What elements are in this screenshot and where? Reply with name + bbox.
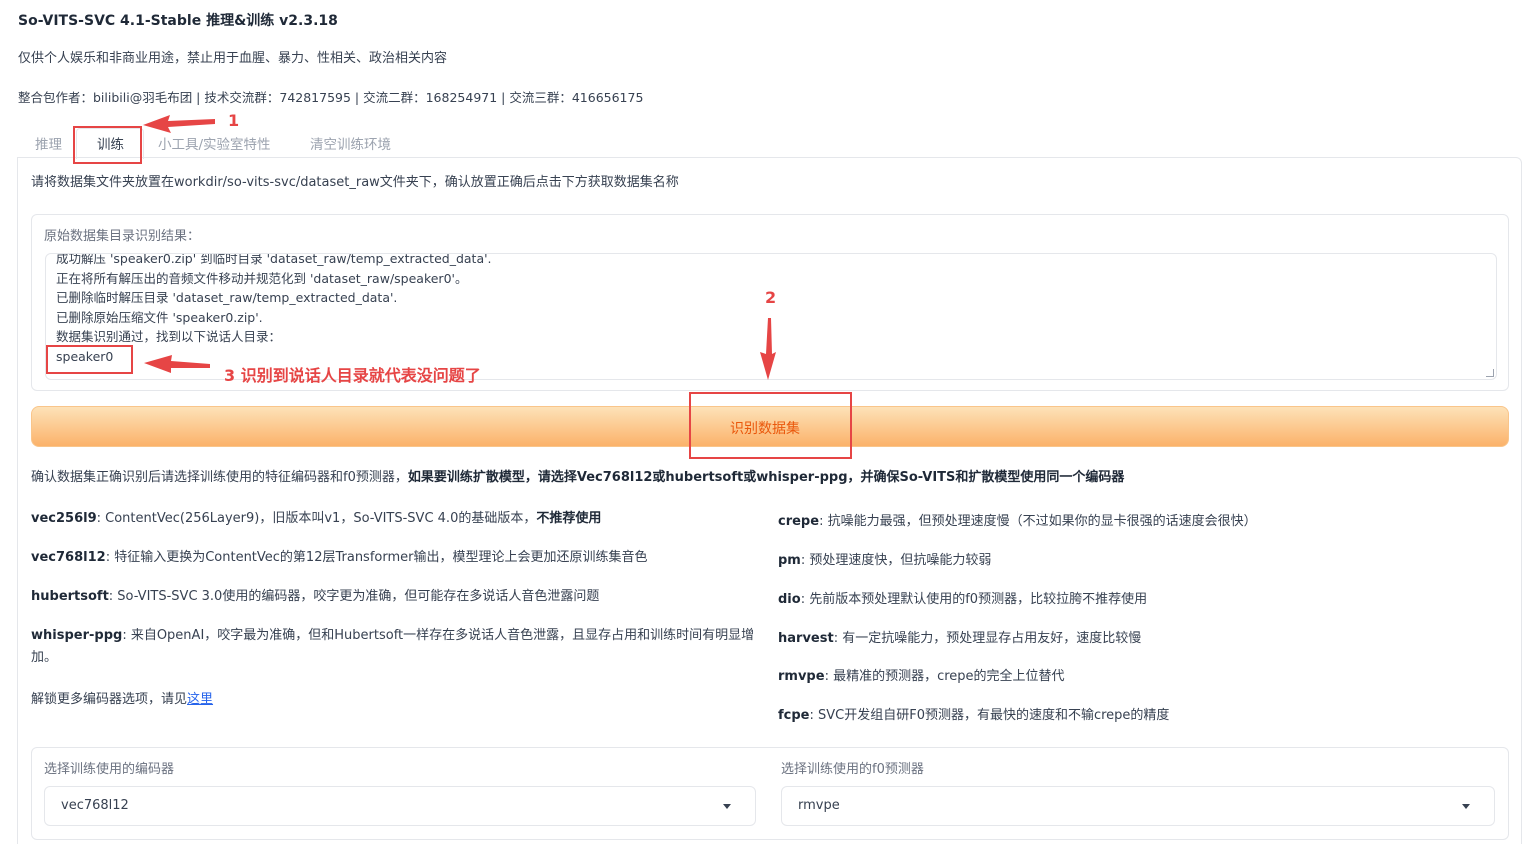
arrow-icon <box>143 115 215 133</box>
arrow-icon <box>144 355 210 373</box>
arrow-icon <box>760 318 776 380</box>
annotation-arrows <box>143 115 776 380</box>
